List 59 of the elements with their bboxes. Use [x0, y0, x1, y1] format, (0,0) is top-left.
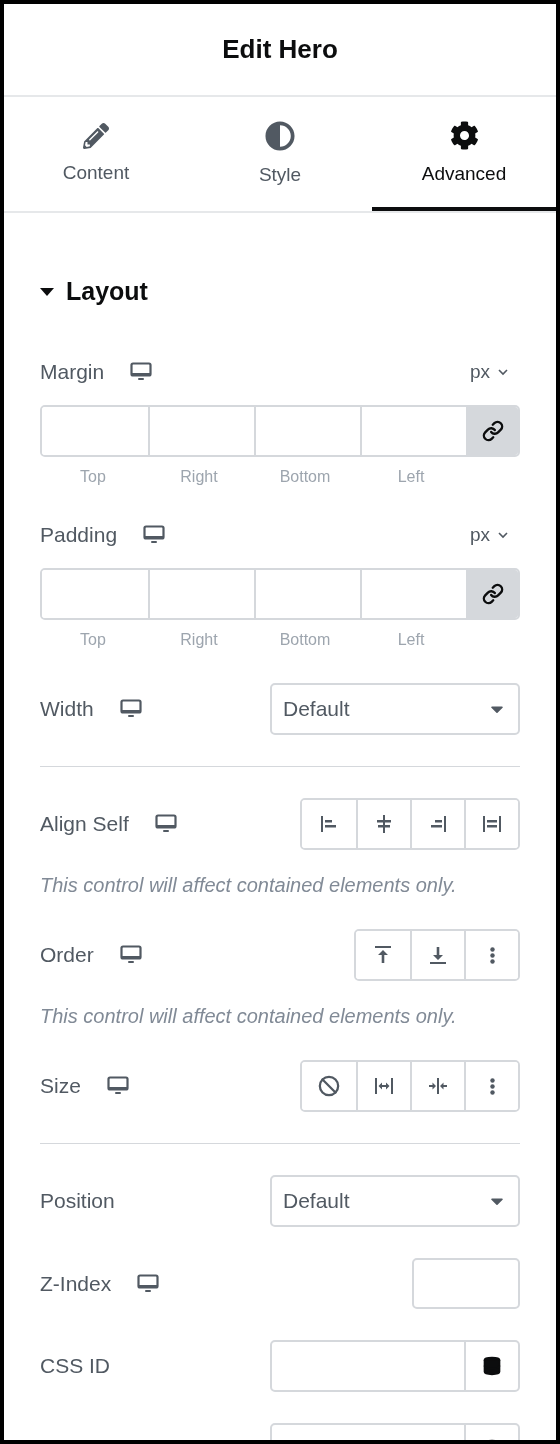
section-header[interactable]: Layout	[40, 277, 148, 307]
choice-button[interactable]	[464, 800, 518, 848]
settings-icon	[449, 121, 479, 151]
panel-tab[interactable]: Style	[188, 97, 372, 211]
shrink-icon	[427, 1075, 449, 1097]
desktop-icon[interactable]	[137, 1273, 160, 1294]
side-label: Left	[396, 467, 426, 487]
control-label: Position	[40, 1188, 115, 1214]
side-label: Right	[179, 630, 219, 650]
ban-icon	[318, 1075, 340, 1097]
desktop-icon[interactable]	[154, 814, 177, 834]
chevron-down-icon	[498, 368, 508, 376]
control-label: CSS ID	[40, 1353, 110, 1379]
number-input[interactable]	[412, 1258, 520, 1309]
select-dropdown[interactable]: Default	[270, 1175, 520, 1227]
link-values-button[interactable]	[466, 570, 518, 618]
side-label: Bottom	[278, 630, 332, 650]
panel-tab[interactable]: Content	[4, 97, 188, 211]
control-label: Order	[40, 942, 94, 968]
more-icon	[489, 946, 495, 964]
select-dropdown[interactable]: Default	[270, 683, 520, 735]
help-note: This control will affect contained elements only.	[40, 1004, 458, 1029]
dimensions-field[interactable]	[40, 405, 520, 457]
stretch-icon	[481, 813, 503, 835]
side-label: Bottom	[278, 467, 332, 487]
control-label: Z-Index	[40, 1270, 112, 1297]
side-label: Left	[396, 630, 426, 650]
panel-title: Edit Hero	[222, 33, 338, 66]
desktop-icon[interactable]	[143, 525, 166, 545]
unit-selector[interactable]: px	[469, 520, 520, 550]
chevron-down-icon	[498, 531, 508, 539]
caret-icon	[40, 287, 54, 297]
side-label: Top	[79, 467, 107, 487]
unit-selector[interactable]: px	[469, 357, 520, 387]
control-label: Padding	[40, 522, 118, 548]
arrow-down-to-line-icon	[427, 944, 449, 966]
panel-tab[interactable]: Advanced	[372, 97, 556, 211]
side-label: Top	[79, 630, 107, 650]
pencil-icon	[83, 122, 109, 149]
link-values-button[interactable]	[466, 407, 518, 455]
desktop-icon[interactable]	[119, 945, 142, 965]
database-icon	[482, 1356, 502, 1376]
desktop-icon[interactable]	[130, 362, 153, 382]
desktop-icon[interactable]	[106, 1076, 129, 1096]
control-label: Margin	[40, 359, 105, 385]
control-label: Align Self	[40, 811, 129, 837]
text-input[interactable]	[270, 1340, 520, 1392]
arrow-up-to-line-icon	[372, 944, 394, 966]
contrast-icon	[265, 120, 295, 151]
control-label: Size	[40, 1073, 81, 1099]
expand-icon	[373, 1075, 395, 1097]
dimensions-field[interactable]	[40, 568, 520, 620]
control-label: Width	[40, 696, 94, 722]
help-note: This control will affect contained elements only.	[40, 873, 458, 898]
more-icon	[489, 1077, 495, 1095]
desktop-icon[interactable]	[119, 699, 142, 719]
side-label: Right	[179, 467, 219, 487]
link-icon	[482, 420, 504, 442]
link-icon	[482, 583, 504, 605]
